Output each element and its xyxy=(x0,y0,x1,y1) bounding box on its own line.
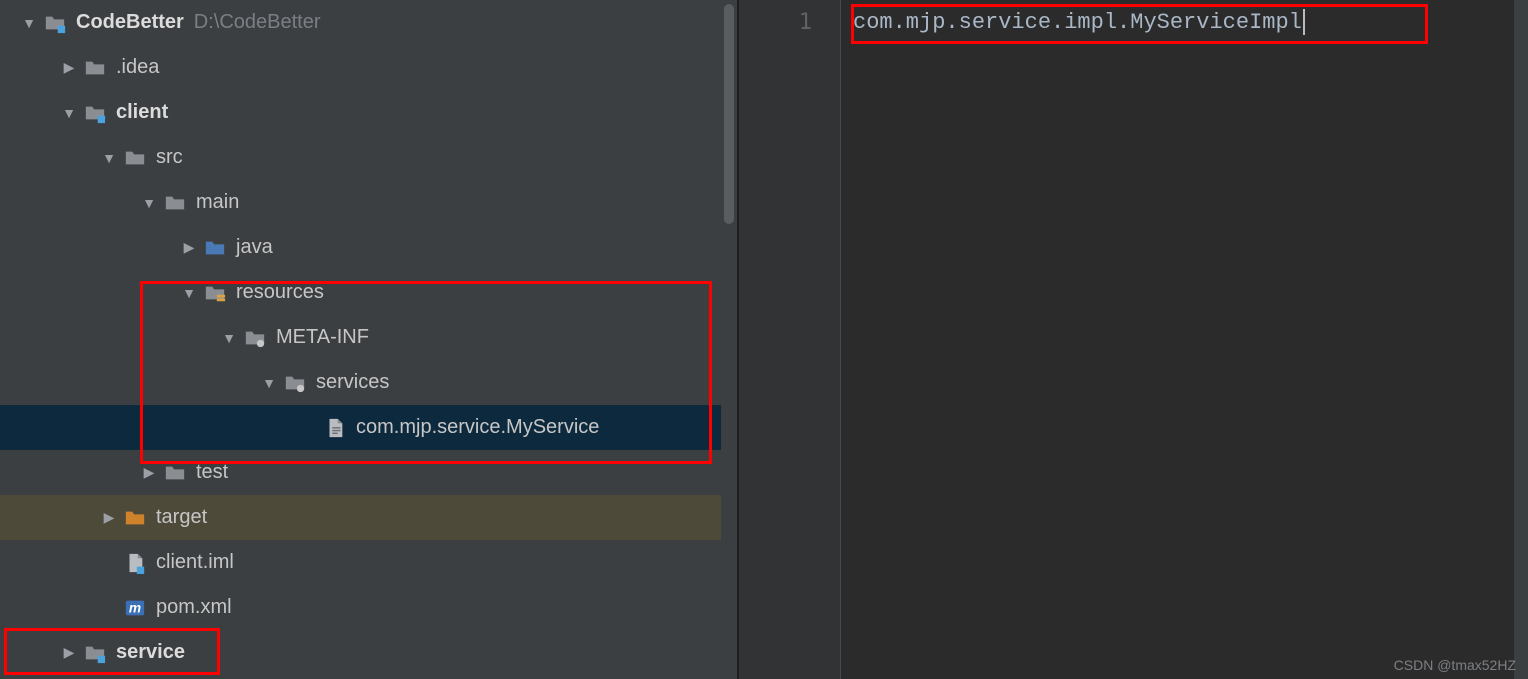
chevron-right-icon[interactable]: ▶ xyxy=(102,509,116,526)
tree-label: service xyxy=(116,641,185,664)
tree-label: META-INF xyxy=(276,326,369,349)
folder-icon xyxy=(164,462,186,484)
chevron-down-icon[interactable]: ▼ xyxy=(102,150,116,166)
chevron-right-icon[interactable]: ▶ xyxy=(182,239,196,256)
tree-row-java[interactable]: ▶ java xyxy=(0,225,721,270)
chevron-down-icon[interactable]: ▼ xyxy=(62,105,76,121)
code-line-1[interactable]: com.mjp.service.impl.MyServiceImpl xyxy=(853,6,1514,40)
tree-label: CodeBetter xyxy=(76,11,184,34)
tree-row-client-iml[interactable]: ▶client.iml xyxy=(0,540,721,585)
chevron-down-icon[interactable]: ▼ xyxy=(262,375,276,391)
tree-label: pom.xml xyxy=(156,596,232,619)
tree-row-main[interactable]: ▼ main xyxy=(0,180,721,225)
tree-row-src[interactable]: ▼ src xyxy=(0,135,721,180)
folder-icon xyxy=(124,147,146,169)
tree-row-codebetter[interactable]: ▼ CodeBetter D:\CodeBetter xyxy=(0,0,721,45)
pkg-folder-icon xyxy=(284,372,306,394)
pkg-folder-icon xyxy=(244,327,266,349)
module-icon xyxy=(84,642,106,664)
tree-label: services xyxy=(316,371,389,394)
tree-row-target[interactable]: ▶ target xyxy=(0,495,721,540)
chevron-down-icon[interactable]: ▼ xyxy=(142,195,156,211)
tree-scrollbar[interactable] xyxy=(721,0,737,679)
file-icon xyxy=(324,417,346,439)
iml-icon xyxy=(124,552,146,574)
tree-label: client xyxy=(116,101,168,124)
chevron-right-icon[interactable]: ▶ xyxy=(142,464,156,481)
tree-row-com-mjp-service-myservice[interactable]: ▶com.mjp.service.MyService xyxy=(0,405,721,450)
folder-icon xyxy=(84,57,106,79)
line-number: 1 xyxy=(739,6,840,40)
chevron-right-icon[interactable]: ▶ xyxy=(62,644,76,661)
chevron-right-icon[interactable]: ▶ xyxy=(62,59,76,76)
tree-row-test[interactable]: ▶ test xyxy=(0,450,721,495)
editor-gutter: 1 xyxy=(739,0,841,679)
chevron-down-icon[interactable]: ▼ xyxy=(222,330,236,346)
target-folder-icon xyxy=(124,507,146,529)
editor-right-strip xyxy=(1514,0,1528,679)
project-tree[interactable]: ▼ CodeBetter D:\CodeBetter ▶ .idea ▼ client ▼ sr… xyxy=(0,0,721,679)
editor-panel: 1 com.mjp.service.impl.MyServiceImpl CSD… xyxy=(739,0,1528,679)
tree-label: java xyxy=(236,236,273,259)
tree-label: target xyxy=(156,506,207,529)
tree-row-pom-xml[interactable]: ▶mpom.xml xyxy=(0,585,721,630)
tree-row-services[interactable]: ▼ services xyxy=(0,360,721,405)
module-icon xyxy=(84,102,106,124)
app-root: ▼ CodeBetter D:\CodeBetter ▶ .idea ▼ client ▼ sr… xyxy=(0,0,1528,679)
text-caret xyxy=(1303,9,1305,35)
tree-label: test xyxy=(196,461,228,484)
folder-icon xyxy=(164,192,186,214)
chevron-down-icon[interactable]: ▼ xyxy=(182,285,196,301)
watermark: CSDN @tmax52HZ xyxy=(1394,657,1516,673)
tree-label: resources xyxy=(236,281,324,304)
svg-text:m: m xyxy=(129,600,141,615)
tree-label: src xyxy=(156,146,183,169)
tree-row-service[interactable]: ▶ service xyxy=(0,630,721,675)
tree-label: main xyxy=(196,191,239,214)
tree-row--idea[interactable]: ▶ .idea xyxy=(0,45,721,90)
tree-row-resources[interactable]: ▼ resources xyxy=(0,270,721,315)
tree-label: client.iml xyxy=(156,551,234,574)
chevron-down-icon[interactable]: ▼ xyxy=(22,15,36,31)
tree-label: com.mjp.service.MyService xyxy=(356,416,599,439)
tree-row-meta-inf[interactable]: ▼ META-INF xyxy=(0,315,721,360)
tree-label: .idea xyxy=(116,56,159,79)
editor-code-area[interactable]: com.mjp.service.impl.MyServiceImpl xyxy=(841,0,1514,679)
maven-icon: m xyxy=(124,597,146,619)
tree-row-client[interactable]: ▼ client xyxy=(0,90,721,135)
tree-aux: D:\CodeBetter xyxy=(194,11,321,34)
code-text: com.mjp.service.impl.MyServiceImpl xyxy=(853,10,1302,35)
project-tree-panel: ▼ CodeBetter D:\CodeBetter ▶ .idea ▼ client ▼ sr… xyxy=(0,0,737,679)
scrollbar-thumb[interactable] xyxy=(724,4,734,224)
res-folder-icon xyxy=(204,282,226,304)
project-icon xyxy=(44,12,66,34)
src-folder-icon xyxy=(204,237,226,259)
